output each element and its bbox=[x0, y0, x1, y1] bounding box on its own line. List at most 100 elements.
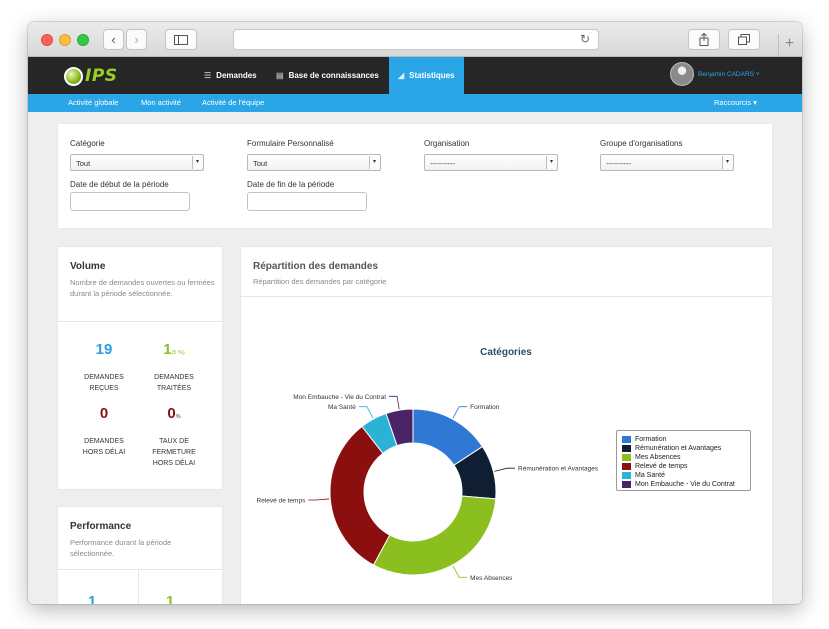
legend-swatch bbox=[622, 463, 631, 470]
legend-label: Ma Santé bbox=[635, 472, 665, 479]
minimize-window-button[interactable] bbox=[59, 34, 71, 46]
taux-label-1: TAUX DE bbox=[159, 438, 189, 445]
legend-label: Relevé de temps bbox=[635, 463, 688, 470]
organisation-select[interactable]: ---------- ▾ bbox=[424, 154, 558, 171]
legend-swatch bbox=[622, 445, 631, 452]
legend-label: Mon Embauche - Vie du Contrat bbox=[635, 481, 735, 488]
legend-label: Mes Absences bbox=[635, 454, 681, 461]
reload-icon[interactable]: ↻ bbox=[580, 32, 590, 46]
logo-text: IPS bbox=[85, 66, 118, 86]
volume-panel: Volume Nombre de demandes ouvertes ou fe… bbox=[58, 247, 222, 489]
subnav-activite-globale[interactable]: Activité globale bbox=[68, 98, 118, 107]
legend-item-releve-de-temps[interactable]: Relevé de temps bbox=[622, 462, 688, 471]
demandes-recues-value: 19 bbox=[95, 341, 113, 358]
chevron-down-icon: ▾ bbox=[192, 156, 202, 169]
stat-demandes-traitees: 1(5 %) DEMANDES TRAITÉES bbox=[144, 341, 204, 394]
groupe-value: ---------- bbox=[606, 159, 631, 168]
performance-description: Performance durant la période sélectionn… bbox=[70, 538, 172, 558]
page-viewport: IPS ☰ Demandes ▤ Base de connaissances ◢… bbox=[28, 57, 802, 604]
stat-taux-fermeture: 0% TAUX DE FERMETURE HORS DÉLAI bbox=[144, 405, 204, 469]
nav-base-label: Base de connaissances bbox=[288, 71, 379, 80]
performance-vertical-divider bbox=[138, 569, 139, 604]
hors-delai-label-2: HORS DÉLAI bbox=[82, 449, 126, 456]
address-bar[interactable]: ↻ bbox=[233, 29, 599, 50]
zoom-window-button[interactable] bbox=[77, 34, 89, 46]
chevron-down-icon: ▾ bbox=[722, 156, 732, 169]
slice-label-formation: Formation bbox=[470, 404, 500, 411]
chevron-right-icon: › bbox=[134, 32, 139, 47]
groupe-select[interactable]: ---------- ▾ bbox=[600, 154, 734, 171]
performance-panel: Performance Performance durant la périod… bbox=[58, 507, 222, 604]
formulaire-select[interactable]: Tout ▾ bbox=[247, 154, 381, 171]
back-button[interactable]: ‹ bbox=[103, 29, 124, 50]
categories-donut-chart: Catégories Formation Rémunération et Avan… bbox=[257, 347, 599, 582]
subnav-activite-equipe[interactable]: Activité de l'équipe bbox=[202, 98, 264, 107]
categorie-select[interactable]: Tout ▾ bbox=[70, 154, 204, 171]
new-tab-button[interactable]: + bbox=[778, 34, 800, 56]
share-icon bbox=[699, 33, 709, 46]
hors-delai-label-1: DEMANDES bbox=[84, 438, 124, 445]
nav-demandes-label: Demandes bbox=[216, 71, 257, 80]
demandes-traitees-value: 1 bbox=[163, 341, 172, 358]
sub-navigation: Activité globale Mon activité Activité d… bbox=[28, 94, 802, 112]
close-window-button[interactable] bbox=[41, 34, 53, 46]
demandes-traitees-label-2: TRAITÉES bbox=[156, 385, 192, 392]
categorie-value: Tout bbox=[76, 159, 91, 168]
chart-legend: Formation Rémunération et Avantages Mes Ab… bbox=[616, 430, 751, 491]
organisation-value: ---------- bbox=[430, 159, 455, 168]
hors-delai-value: 0 bbox=[99, 405, 109, 422]
date-fin-input[interactable] bbox=[247, 192, 367, 211]
repartition-panel: Répartition des demandes Répartition des… bbox=[241, 247, 772, 604]
performance-right-value: 1 bbox=[166, 593, 175, 604]
browser-titlebar: ‹ › ↻ + bbox=[28, 22, 802, 57]
performance-left-value: 1 bbox=[88, 593, 97, 604]
groupe-label: Groupe d'organisations bbox=[600, 139, 683, 148]
forward-button[interactable]: › bbox=[126, 29, 147, 50]
slice-label-mon-embauche-vie-du-contrat: Mon Embauche - Vie du Contrat bbox=[293, 394, 386, 401]
subnav-mon-activite[interactable]: Mon activité bbox=[141, 98, 181, 107]
donut-slice-mes-absences[interactable] bbox=[372, 495, 497, 576]
legend-item-mes-absences[interactable]: Mes Absences bbox=[622, 453, 681, 462]
legend-swatch bbox=[622, 454, 631, 461]
slice-label-mes-absences: Mes Absences bbox=[470, 575, 513, 582]
user-menu[interactable]: Benjamin CADARS ˅ bbox=[670, 62, 760, 86]
logo-ball-icon bbox=[64, 66, 83, 86]
demandes-recues-label-2: REÇUES bbox=[89, 385, 119, 392]
legend-item-mon-embauche-vie-du-contrat[interactable]: Mon Embauche - Vie du Contrat bbox=[622, 480, 735, 489]
taux-label-3: HORS DÉLAI bbox=[152, 460, 196, 467]
demandes-traitees-pct: (5 %) bbox=[171, 350, 185, 356]
date-debut-input[interactable] bbox=[70, 192, 190, 211]
top-navigation: IPS ☰ Demandes ▤ Base de connaissances ◢… bbox=[28, 57, 802, 94]
label-connector-formation bbox=[452, 406, 468, 419]
sidebar-button[interactable] bbox=[165, 29, 197, 50]
legend-swatch bbox=[622, 481, 631, 488]
share-button[interactable] bbox=[688, 29, 720, 50]
categorie-label: Catégorie bbox=[70, 139, 105, 148]
taux-pct: % bbox=[175, 414, 181, 420]
stat-hors-delai: 0 DEMANDES HORS DÉLAI bbox=[74, 405, 134, 458]
volume-title: Volume bbox=[70, 261, 106, 272]
legend-item-formation[interactable]: Formation bbox=[622, 435, 667, 444]
user-name: Benjamin CADARS ˅ bbox=[698, 70, 760, 78]
ips-logo[interactable]: IPS bbox=[64, 65, 118, 87]
avatar bbox=[670, 62, 694, 86]
shortcuts-menu[interactable]: Raccourcis ▾ bbox=[714, 98, 757, 107]
demandes-traitees-label-1: DEMANDES bbox=[154, 374, 194, 381]
nav-statistiques[interactable]: ◢ Statistiques bbox=[389, 57, 464, 94]
browser-window: ‹ › ↻ + IPS ☰ Demandes ▤ Base de connais… bbox=[28, 22, 802, 604]
date-debut-label: Date de début de la période bbox=[70, 180, 169, 189]
chart-title: Catégories bbox=[480, 347, 532, 358]
tabs-overview-button[interactable] bbox=[728, 29, 760, 50]
legend-item-ma-sante[interactable]: Ma Santé bbox=[622, 471, 665, 480]
chevron-left-icon: ‹ bbox=[111, 32, 116, 47]
organisation-label: Organisation bbox=[424, 139, 470, 148]
book-icon: ▤ bbox=[276, 71, 284, 80]
legend-label: Formation bbox=[635, 436, 667, 443]
formulaire-value: Tout bbox=[253, 159, 268, 168]
filters-panel: Catégorie Tout ▾ Formulaire Personnalisé… bbox=[58, 124, 772, 228]
legend-item-remuneration-et-avantages[interactable]: Rémunération et Avantages bbox=[622, 444, 721, 453]
legend-swatch bbox=[622, 436, 631, 443]
nav-base-connaissances[interactable]: ▤ Base de connaissances bbox=[276, 57, 379, 94]
date-fin-label: Date de fin de la période bbox=[247, 180, 335, 189]
nav-demandes[interactable]: ☰ Demandes bbox=[204, 57, 257, 94]
